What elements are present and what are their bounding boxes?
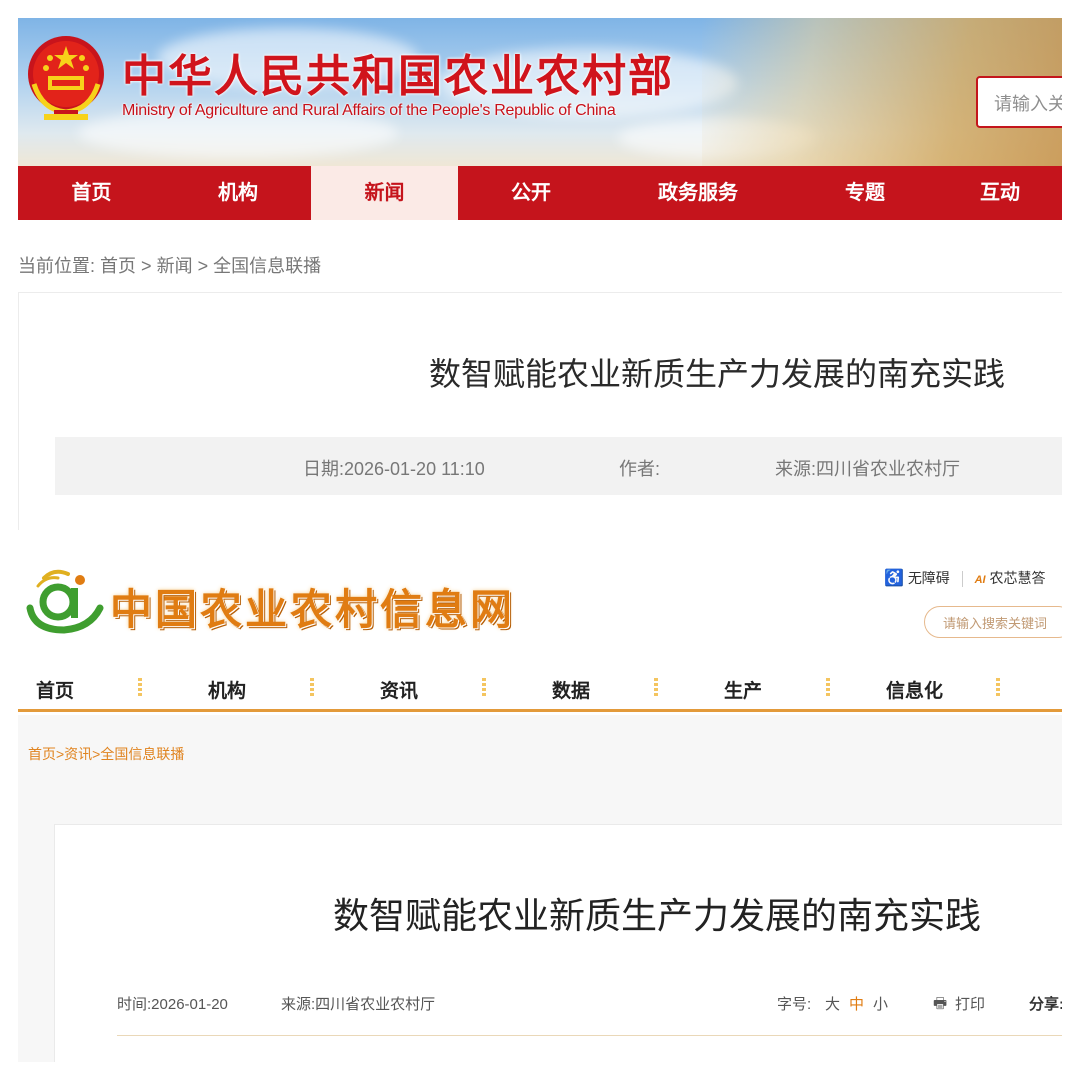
article-source: 来源:四川省农业农村厅 xyxy=(281,996,436,1013)
print-button[interactable]: 打印 xyxy=(955,993,985,1014)
nav-public[interactable]: 公开 xyxy=(458,166,604,220)
agri-info-net-screenshot: 中国农业农村信息网 ♿ 无障碍 AI 农芯慧答 请输入搜索关键词 首页 机构 资… xyxy=(18,554,1062,1062)
ai-assistant-icon: AI xyxy=(974,574,986,586)
nav-divider xyxy=(996,678,1000,696)
breadcrumb-national-info[interactable]: 全国信息联播 xyxy=(213,256,321,276)
nav-news[interactable]: 资讯 xyxy=(380,676,418,703)
accessibility-link[interactable]: ♿ 无障碍 xyxy=(884,568,950,588)
article-meta-row: 时间:2026-01-20 来源:四川省农业农村厅 字号: 大 中 小 🖶 打印… xyxy=(117,993,1062,1017)
article-source: 来源:四川省农业农村厅 xyxy=(775,459,960,479)
nav-government-services[interactable]: 政务服务 xyxy=(604,166,792,220)
article-title: 数智赋能农业新质生产力发展的南充实践 xyxy=(333,895,982,936)
nav-news[interactable]: 新闻 xyxy=(311,166,458,220)
nav-divider xyxy=(826,678,830,696)
nav-divider xyxy=(138,678,142,696)
nav-informatization[interactable]: 信息化 xyxy=(886,676,943,703)
nav-organization[interactable]: 机构 xyxy=(165,166,311,220)
main-nav: 首页 机构 新闻 公开 政务服务 专题 互动 xyxy=(18,166,1062,220)
nav-divider xyxy=(654,678,658,696)
site-title[interactable]: 中华人民共和国农业农村部 xyxy=(122,40,674,104)
nav-organization[interactable]: 机构 xyxy=(208,676,246,703)
ai-assistant-link[interactable]: AI 农芯慧答 xyxy=(975,568,1046,588)
meta-divider xyxy=(117,1035,1062,1036)
nav-production[interactable]: 生产 xyxy=(724,676,762,703)
nav-divider xyxy=(482,678,486,696)
nav-divider xyxy=(310,678,314,696)
font-size-large-button[interactable]: 大 xyxy=(825,993,840,1014)
font-size-label: 字号: xyxy=(777,996,812,1013)
font-size-medium-button[interactable]: 中 xyxy=(849,993,864,1014)
main-nav: 首页 机构 资讯 数据 生产 信息化 xyxy=(18,662,1062,712)
moa-screenshot: 中华人民共和国农业农村部 Ministry of Agriculture and… xyxy=(18,18,1062,530)
article-card: 数智赋能农业新质生产力发展的南充实践 时间:2026-01-20 来源:四川省农… xyxy=(54,824,1062,1062)
article-time: 时间:2026-01-20 xyxy=(117,996,228,1013)
agri-net-logo-icon[interactable] xyxy=(24,568,104,634)
breadcrumb[interactable]: 首页>资讯>全国信息联播 xyxy=(28,744,184,764)
national-emblem-icon[interactable] xyxy=(24,32,108,124)
site-title[interactable]: 中国农业农村信息网 xyxy=(110,576,515,637)
nav-topics[interactable]: 专题 xyxy=(792,166,938,220)
accessibility-icon: ♿ xyxy=(884,570,904,587)
nav-data[interactable]: 数据 xyxy=(552,676,590,703)
breadcrumb: 当前位置: 首页 > 新闻 > 全国信息联播 xyxy=(18,252,321,278)
breadcrumb-label: 当前位置: xyxy=(18,256,96,276)
accessibility-label: 无障碍 xyxy=(907,570,950,586)
moa-header-banner: 中华人民共和国农业农村部 Ministry of Agriculture and… xyxy=(18,18,1062,166)
nav-home[interactable]: 首页 xyxy=(36,676,74,703)
search-input[interactable]: 请输入搜索关键词 xyxy=(924,606,1062,638)
article-date: 日期:2026-01-20 11:10 xyxy=(303,459,485,479)
search-input[interactable]: 请输入关 xyxy=(976,76,1062,128)
breadcrumb-news[interactable]: 新闻 xyxy=(157,256,193,276)
article-meta-bar: 日期:2026-01-20 11:10 作者: 来源:四川省农业农村厅 xyxy=(55,437,1062,495)
site-subtitle: Ministry of Agriculture and Rural Affair… xyxy=(122,102,616,119)
ai-assistant-label: 农芯慧答 xyxy=(989,570,1046,586)
nav-home[interactable]: 首页 xyxy=(18,166,165,220)
breadcrumb-home[interactable]: 首页 xyxy=(100,256,136,276)
article-card: 数智赋能农业新质生产力发展的南充实践 日期:2026-01-20 11:10 作… xyxy=(18,292,1062,530)
tools-divider xyxy=(961,571,963,588)
nav-interaction[interactable]: 互动 xyxy=(938,166,1062,220)
article-title: 数智赋能农业新质生产力发展的南充实践 xyxy=(429,356,1006,392)
print-icon[interactable]: 🖶 xyxy=(933,993,947,1018)
font-size-small-button[interactable]: 小 xyxy=(873,993,888,1014)
share-label: 分享: xyxy=(1029,996,1062,1013)
article-author: 作者: xyxy=(619,459,661,479)
breadcrumb-separator: > xyxy=(141,256,152,276)
header-tools: ♿ 无障碍 AI 农芯慧答 xyxy=(884,568,1045,588)
breadcrumb-separator: > xyxy=(197,256,209,276)
